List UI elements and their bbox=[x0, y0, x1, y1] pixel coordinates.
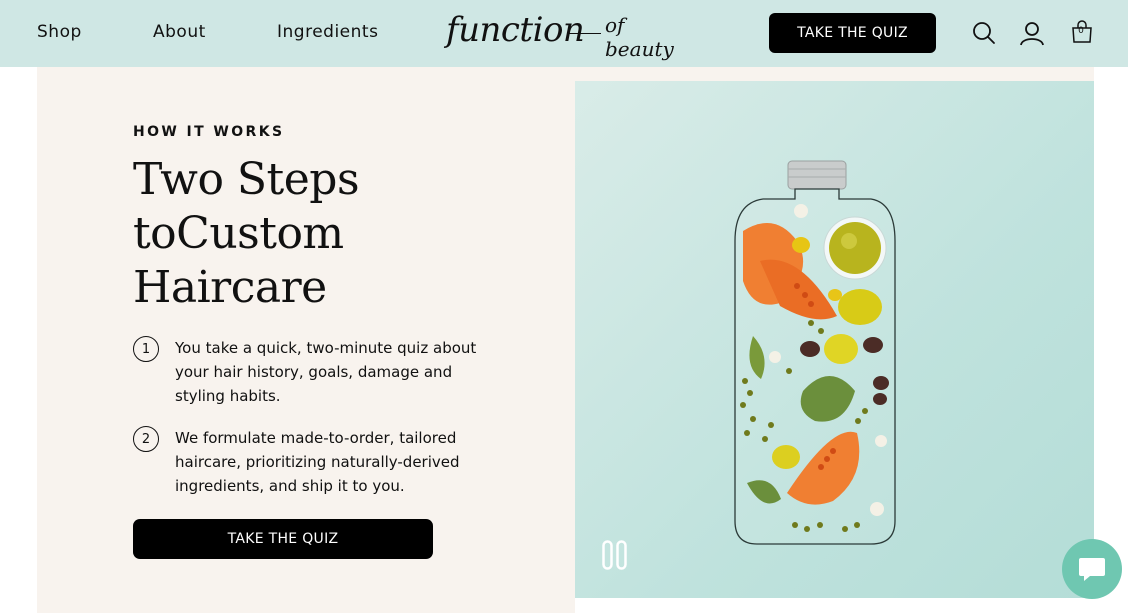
hero-take-quiz-button[interactable]: TAKE THE QUIZ bbox=[133, 519, 433, 559]
headline-line: Haircare bbox=[133, 262, 327, 313]
logo-divider bbox=[567, 33, 601, 34]
bottle-illustration bbox=[734, 160, 896, 545]
pause-icon[interactable] bbox=[602, 540, 628, 570]
logo-tagline: of beauty bbox=[605, 13, 674, 61]
step-line: styling habits. bbox=[175, 387, 281, 405]
cart-icon[interactable]: 0 bbox=[1070, 20, 1094, 46]
hero-bottle-image bbox=[575, 81, 1094, 598]
step-description: We formulate made-to-order, tailored hai… bbox=[175, 426, 495, 498]
header-take-quiz-button[interactable]: TAKE THE QUIZ bbox=[769, 13, 936, 53]
site-header: Shop About Ingredients function of beaut… bbox=[0, 0, 1128, 67]
brand-logo[interactable]: function of beauty bbox=[446, 8, 691, 61]
search-icon[interactable] bbox=[971, 20, 997, 46]
step-line: your hair history, goals, damage and bbox=[175, 363, 453, 381]
nav-ingredients-link[interactable]: Ingredients bbox=[277, 22, 378, 42]
user-icon[interactable] bbox=[1019, 20, 1045, 46]
step-line: You take a quick, two-minute quiz about bbox=[175, 339, 477, 357]
step-line: ingredients, and ship it to you. bbox=[175, 477, 405, 495]
step-description: You take a quick, two-minute quiz about … bbox=[175, 336, 495, 408]
cart-count: 0 bbox=[1078, 26, 1084, 36]
step-line: haircare, prioritizing naturally-derived bbox=[175, 453, 460, 471]
headline-line: toCustom bbox=[133, 208, 344, 259]
logo-wordmark: function bbox=[446, 10, 585, 50]
section-eyebrow: HOW IT WORKS bbox=[133, 124, 285, 140]
step-number-badge: 1 bbox=[133, 336, 159, 362]
nav-about-link[interactable]: About bbox=[153, 22, 206, 42]
step-number-badge: 2 bbox=[133, 426, 159, 452]
chat-icon[interactable] bbox=[1062, 539, 1122, 599]
hero-top-strip bbox=[575, 67, 1094, 81]
headline-line: Two Steps bbox=[133, 154, 360, 205]
nav-shop-link[interactable]: Shop bbox=[37, 22, 82, 42]
hero-headline: Two Steps toCustom Haircare bbox=[133, 153, 453, 315]
step-line: We formulate made-to-order, tailored bbox=[175, 429, 457, 447]
